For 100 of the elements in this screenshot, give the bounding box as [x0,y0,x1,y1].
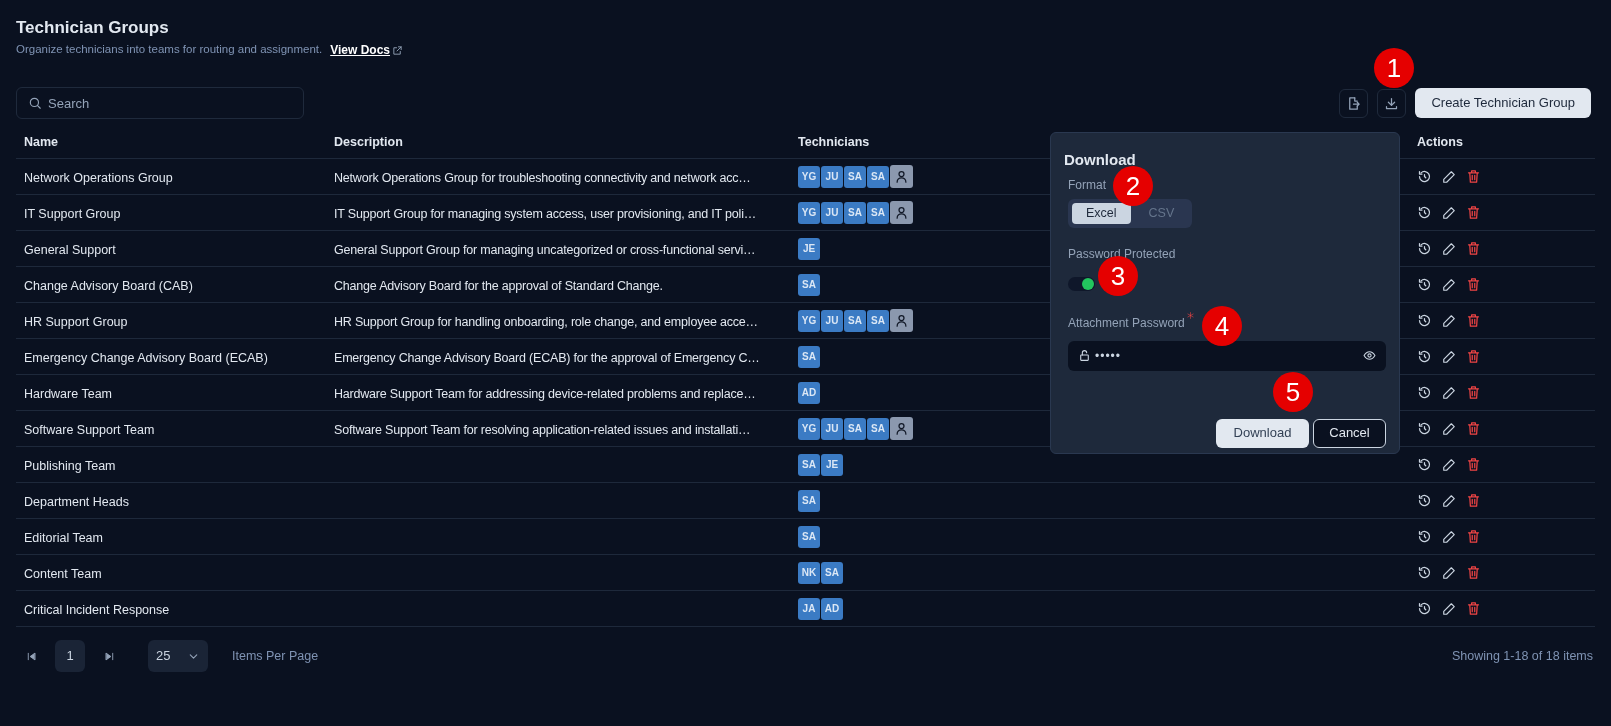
edit-icon [1442,385,1456,400]
step-marker: 1 [1374,48,1414,88]
table-cell: Hardware Team [24,386,112,401]
table-cell: Emergency Change Advisory Board (ECAB) [24,350,268,365]
pagination-summary: Showing 1-18 of 18 items [1451,647,1593,665]
delete-icon [1466,493,1481,508]
docs-link[interactable]: View Docs [330,41,403,59]
delete-icon [1466,241,1481,256]
delete-icon [1466,601,1481,616]
eye-icon [1363,349,1376,362]
page-title: Technician Groups [16,17,169,39]
table-cell: Publishing Team [24,458,116,473]
table-cell: Critical Incident Response [24,602,170,617]
history-icon [1417,349,1432,364]
history-icon [1417,205,1432,220]
create-group-button[interactable]: Create Technician Group [1415,88,1591,118]
table-cell: Change Advisory Board (CAB) [24,278,193,293]
page-size-dropdown[interactable]: 25 [148,640,208,672]
table-cell: General Support [24,242,116,257]
table-cell: Content Team [24,566,102,581]
edit-icon [1442,277,1456,292]
column-header: Description [334,134,403,149]
table-cell: Network Operations Group [24,170,173,185]
history-icon [1417,385,1432,400]
history-icon [1417,277,1432,292]
technician-badge: JU [821,165,843,188]
cancel-button[interactable]: Cancel [1313,418,1386,448]
technician-badge: YG [798,201,820,224]
download-icon [1384,95,1400,111]
export-button[interactable] [1339,88,1369,118]
column-header: Technicians [798,134,870,149]
search-field[interactable]: Search [16,87,304,119]
page-size-label: Items Per Page [232,647,319,665]
table-cell: Hardware Support Team for addressing device-related problems and replace… [334,386,756,401]
page-button[interactable]: 1 [55,640,85,672]
password-field[interactable]: ••••• [1068,340,1386,371]
technician-badge: SA [844,165,866,188]
unlock-icon [1078,349,1091,362]
field-label: Attachment Password [1068,314,1185,332]
table-cell: HR Support Group [24,314,128,329]
column-header: Actions [1417,134,1463,149]
technician-badge: JE [821,453,843,476]
history-icon [1417,241,1432,256]
field-label: Format [1068,176,1106,194]
delete-icon [1466,277,1481,292]
edit-icon [1442,565,1456,580]
table-cell: Software Support Team [24,422,155,437]
history-icon [1417,529,1432,544]
technician-badge: JU [821,417,843,440]
table-cell: IT Support Group [24,206,121,221]
table-cell: Department Heads [24,494,129,509]
technician-badge: SA [844,417,866,440]
technician-badge: NK [798,561,820,584]
delete-icon [1466,565,1481,580]
history-icon [1417,421,1432,436]
edit-icon [1442,457,1456,472]
edit-icon [1442,313,1456,328]
table-cell: Editorial Team [24,530,103,545]
last-page-icon [103,650,115,662]
edit-icon [1442,601,1456,616]
column-header: Name [24,134,59,149]
technician-badge: SA [798,489,820,512]
technician-badge: SA [867,309,889,332]
edit-icon [1442,421,1456,436]
technician-badge: SA [821,561,843,584]
format-option[interactable]: Excel [1072,202,1131,224]
edit-icon [1442,493,1456,508]
table-cell: HR Support Group for handling onboarding, role change, and employee acce… [334,314,758,329]
history-icon [1417,565,1432,580]
delete-icon [1466,529,1481,544]
technician-badge: SA [798,525,820,548]
download-button[interactable] [1377,88,1407,118]
password-toggle[interactable] [1068,276,1095,291]
delete-icon [1466,457,1481,472]
technician-badge: JE [798,237,820,260]
technician-badge: YG [798,309,820,332]
external-link-icon [392,44,403,56]
file-export-icon [1346,95,1362,111]
table-cell: Software Support Team for resolving application-related issues and installati… [334,422,751,437]
download-confirm-button[interactable]: Download [1216,418,1309,448]
technician-badge: SA [798,453,820,476]
delete-icon [1466,421,1481,436]
history-icon [1417,457,1432,472]
technician-badge: SA [867,165,889,188]
edit-icon [1442,349,1456,364]
technician-badge: AD [821,597,843,620]
table-cell: General Support Group for managing uncategorized or cross-functional servi… [334,242,756,257]
table-cell: Change Advisory Board for the approval of Standard Change. [334,278,663,293]
technician-badge: JU [821,201,843,224]
delete-icon [1466,385,1481,400]
technician-badge: SA [844,201,866,224]
technician-badge: YG [798,417,820,440]
technician-badge: AD [798,381,820,404]
technician-badge: JU [821,309,843,332]
history-icon [1417,493,1432,508]
technician-badge: SA [798,345,820,368]
delete-icon [1466,169,1481,184]
table-cell: Emergency Change Advisory Board (ECAB) for the approval of Emergency C… [334,350,760,365]
table-cell: Network Operations Group for troubleshooting connectivity and network acc… [334,170,751,185]
history-icon [1417,313,1432,328]
